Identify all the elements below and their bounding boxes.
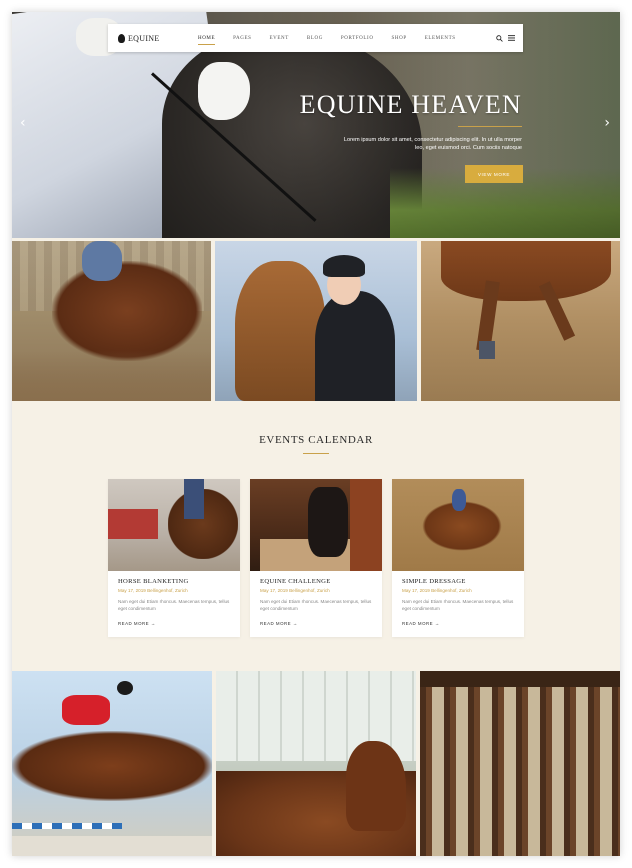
hero-slider: EQUINE HOME PAGES EVENT BLOG PORTFOLIO S… [12, 12, 620, 238]
gallery-photo-bridles[interactable] [420, 671, 620, 856]
hero-divider [458, 126, 522, 127]
event-meta: May 17, 2019 Bellingenhof, Zurich [260, 588, 330, 593]
event-card[interactable]: EQUINE CHALLENGE May 17, 2019 Bellingenh… [250, 479, 382, 637]
arrow-right-icon: → [292, 621, 298, 626]
page-frame: EQUINE HOME PAGES EVENT BLOG PORTFOLIO S… [12, 12, 620, 856]
event-description: Nam eget dui Etiam rhoncus. Maecenas tem… [402, 599, 514, 611]
read-more-label: READ MORE [260, 621, 292, 626]
gallery-photo-barrel-racer[interactable] [12, 241, 211, 401]
nav-item-shop[interactable]: SHOP [392, 36, 407, 41]
event-description: Nam eget dui Etiam rhoncus. Maecenas tem… [260, 599, 372, 611]
arrow-right-icon: → [434, 621, 440, 626]
read-more-link[interactable]: READ MORE → [402, 621, 440, 626]
gallery-row-top [12, 241, 620, 401]
read-more-link[interactable]: READ MORE → [260, 621, 298, 626]
nav-item-event[interactable]: EVENT [270, 36, 289, 41]
gallery-photo-rider-portrait[interactable] [215, 241, 417, 401]
menu-icon[interactable] [508, 35, 515, 41]
nav-item-elements[interactable]: ELEMENTS [425, 36, 456, 41]
event-meta: May 17, 2019 Bellingenhof, Zurich [402, 588, 472, 593]
nav-item-portfolio[interactable]: PORTFOLIO [341, 36, 374, 41]
event-card[interactable]: SIMPLE DRESSAGE May 17, 2019 Bellingenho… [392, 479, 524, 637]
event-description: Nam eget dui Etiam rhoncus. Maecenas tem… [118, 599, 230, 611]
event-image-horse-blanketing[interactable] [108, 479, 240, 571]
gallery-photo-horse-stable[interactable] [216, 671, 416, 856]
logo-text: EQUINE [128, 33, 160, 43]
nav-item-pages[interactable]: PAGES [233, 36, 251, 41]
logo[interactable]: EQUINE [118, 33, 198, 43]
read-more-link[interactable]: READ MORE → [118, 621, 156, 626]
nav-item-blog[interactable]: BLOG [307, 36, 323, 41]
gallery-row-bottom [12, 671, 620, 856]
event-title[interactable]: HORSE BLANKETING [118, 578, 189, 585]
chevron-left-icon[interactable]: ‹ [20, 116, 26, 130]
gallery-photo-show-jumping[interactable] [12, 671, 212, 856]
hero-title: EQUINE HEAVEN [299, 90, 522, 119]
read-more-label: READ MORE [118, 621, 150, 626]
event-image-simple-dressage[interactable] [392, 479, 524, 571]
read-more-label: READ MORE [402, 621, 434, 626]
arrow-right-icon: → [150, 621, 156, 626]
event-title[interactable]: EQUINE CHALLENGE [260, 578, 331, 585]
chevron-right-icon[interactable]: › [604, 116, 610, 130]
events-divider [303, 453, 329, 454]
hero-subtitle: Lorem ipsum dolor sit amet, consectetur … [343, 137, 522, 152]
horse-logo-icon [118, 33, 125, 43]
events-heading: EVENTS CALENDAR [259, 434, 373, 446]
main-navigation: EQUINE HOME PAGES EVENT BLOG PORTFOLIO S… [108, 24, 523, 52]
event-meta: May 17, 2019 Bellingenhof, Zurich [118, 588, 188, 593]
search-icon[interactable] [496, 34, 503, 42]
nav-menu: HOME PAGES EVENT BLOG PORTFOLIO SHOP ELE… [198, 36, 474, 45]
nav-item-home[interactable]: HOME [198, 36, 216, 45]
event-image-equine-challenge[interactable] [250, 479, 382, 571]
event-card[interactable]: HORSE BLANKETING May 17, 2019 Bellingenh… [108, 479, 240, 637]
nav-icons [496, 34, 515, 42]
view-more-button[interactable]: VIEW MORE [465, 165, 523, 183]
event-title[interactable]: SIMPLE DRESSAGE [402, 578, 466, 585]
gallery-photo-horse-hooves[interactable] [421, 241, 620, 401]
